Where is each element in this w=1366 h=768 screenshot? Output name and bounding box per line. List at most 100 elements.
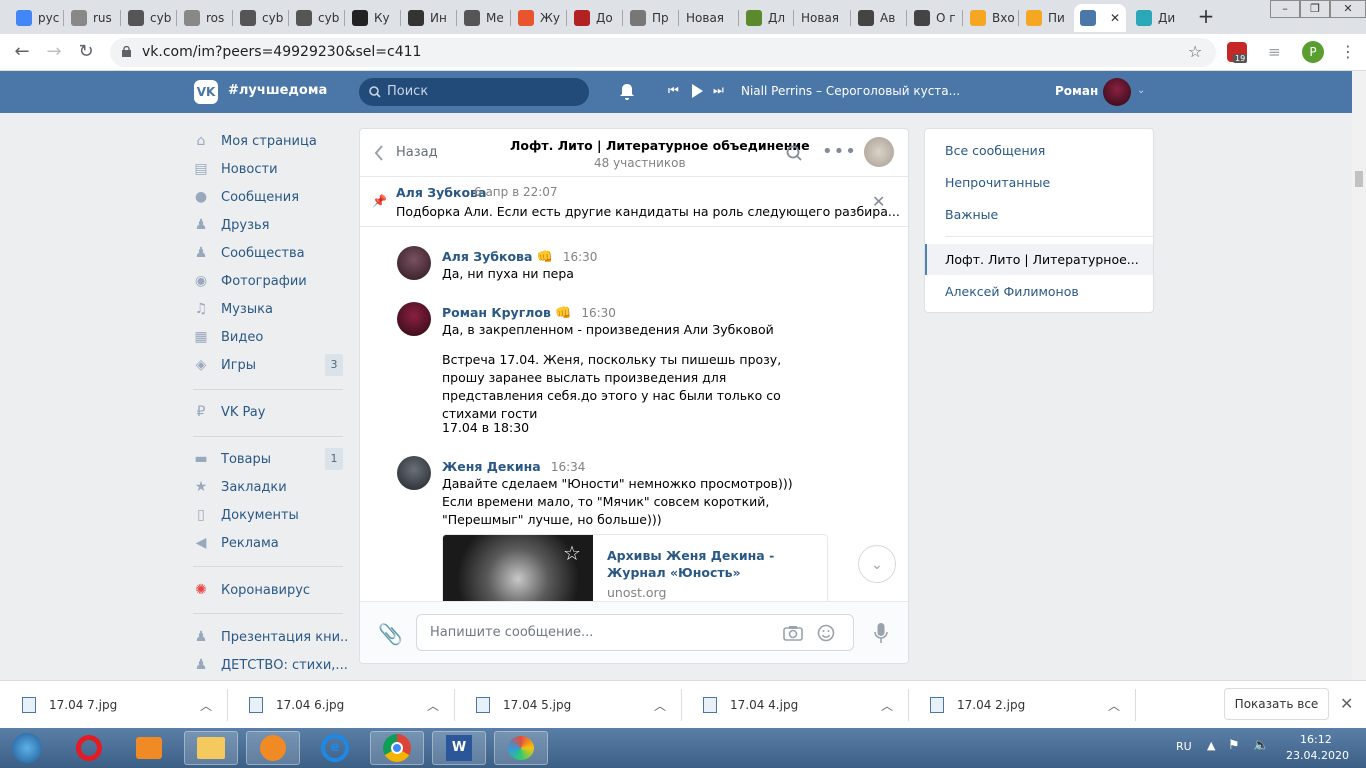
- browser-tab[interactable]: До: [568, 4, 620, 32]
- browser-tab[interactable]: Пр: [624, 4, 676, 32]
- bell-icon[interactable]: [619, 83, 635, 101]
- paint-icon[interactable]: [494, 731, 548, 765]
- microphone-icon[interactable]: [874, 622, 888, 644]
- menu-item[interactable]: ⌂ Моя страница: [193, 133, 317, 149]
- menu-item[interactable]: ♟ Презентация кни..: [193, 629, 349, 645]
- menu-item[interactable]: ₽ VK Pay: [193, 404, 266, 420]
- link-title[interactable]: Архивы Женя Декина - Журнал «Юность»: [607, 547, 817, 581]
- search-icon[interactable]: [786, 145, 802, 161]
- explorer-icon[interactable]: [184, 731, 238, 765]
- forward-arrow-icon[interactable]: →: [42, 40, 66, 64]
- conversation-item[interactable]: Алексей Филимонов: [945, 284, 1079, 299]
- filter-unread[interactable]: Непрочитанные: [945, 175, 1050, 190]
- pinned-message[interactable]: 📌 Аля Зубкова 6 апр в 22:07 Подборка Али…: [360, 177, 908, 227]
- media-player-icon[interactable]: [122, 731, 176, 765]
- browser-tab[interactable]: ✕: [1074, 4, 1126, 32]
- filter-all-messages[interactable]: Все сообщения: [945, 143, 1045, 158]
- prev-track-icon[interactable]: ⏮: [668, 83, 679, 98]
- opera-icon[interactable]: [62, 731, 116, 765]
- more-dots-icon[interactable]: •••: [822, 141, 857, 162]
- browser-tab[interactable]: Пи: [1020, 4, 1070, 32]
- browser-tab[interactable]: Новая: [795, 4, 848, 32]
- avatar[interactable]: [397, 246, 431, 280]
- browser-tab[interactable]: Ав: [852, 4, 904, 32]
- close-tab-icon[interactable]: ✕: [1110, 11, 1120, 25]
- menu-item[interactable]: ◉ Фотографии: [193, 273, 307, 289]
- menu-item[interactable]: ▯ Документы: [193, 507, 299, 523]
- chevron-up-icon[interactable]: ︿: [654, 697, 666, 714]
- bookmark-star-icon[interactable]: ☆: [1188, 42, 1202, 61]
- volume-icon[interactable]: 🔈: [1253, 738, 1269, 753]
- menu-item[interactable]: ● Сообщения: [193, 189, 299, 205]
- menu-item[interactable]: ◀ Реклама: [193, 535, 279, 551]
- browser-tab[interactable]: Ди: [1130, 4, 1181, 32]
- browser-tab[interactable]: Дл: [740, 4, 791, 32]
- chevron-up-icon[interactable]: ︿: [427, 697, 439, 714]
- download-item[interactable]: 17.04 6.jpg ︿: [227, 681, 453, 729]
- menu-item[interactable]: ✺ Коронавирус: [193, 582, 310, 598]
- menu-item[interactable]: ★ Закладки: [193, 479, 287, 495]
- chat-members-count[interactable]: 48 участников: [594, 156, 686, 170]
- browser-tab[interactable]: О г: [908, 4, 960, 32]
- play-icon[interactable]: [691, 84, 703, 98]
- back-link[interactable]: Назад: [396, 145, 438, 160]
- clock-date[interactable]: 23.04.2020: [1286, 749, 1349, 762]
- back-arrow-icon[interactable]: ←: [10, 40, 34, 64]
- internet-explorer-icon[interactable]: e: [308, 731, 362, 765]
- brand-hashtag[interactable]: #лучшедома: [228, 83, 327, 98]
- filter-important[interactable]: Важные: [945, 207, 998, 222]
- download-item[interactable]: 17.04 7.jpg ︿: [0, 681, 226, 729]
- camera-icon[interactable]: [783, 625, 803, 641]
- header-avatar[interactable]: [1103, 78, 1131, 106]
- avatar[interactable]: [397, 456, 431, 490]
- menu-item[interactable]: ▤ Новости: [193, 161, 277, 177]
- browser-tab[interactable]: cyb: [122, 4, 174, 32]
- chevron-up-icon[interactable]: ︿: [200, 697, 212, 714]
- browser-tab[interactable]: Ин: [402, 4, 454, 32]
- browser-tab[interactable]: rus: [65, 4, 118, 32]
- chat-avatar[interactable]: [864, 137, 894, 167]
- menu-item[interactable]: ♟ ДЕТСТВО: стихи,...: [193, 657, 348, 673]
- page-scrollbar[interactable]: [1352, 71, 1366, 680]
- extension-abp-icon[interactable]: 19: [1227, 42, 1248, 63]
- header-user-name[interactable]: Роман: [1055, 84, 1098, 98]
- chat-title[interactable]: Лофт. Лито | Литературное объединение: [510, 138, 810, 153]
- menu-item[interactable]: ♟ Сообщества: [193, 245, 305, 261]
- message-time[interactable]: 16:30: [563, 250, 598, 264]
- message-input[interactable]: Напишите сообщение...: [416, 614, 854, 651]
- maximize-button[interactable]: ❐: [1300, 0, 1330, 18]
- message-author[interactable]: Аля Зубкова: [442, 249, 532, 264]
- conversation-item-active[interactable]: Лофт. Лито | Литературное...: [925, 244, 1153, 275]
- reading-list-icon[interactable]: ≡: [1268, 43, 1281, 61]
- back-chevron-icon[interactable]: [374, 145, 384, 161]
- minimize-button[interactable]: –: [1270, 0, 1300, 18]
- close-icon[interactable]: ✕: [872, 192, 885, 211]
- show-hidden-icons-icon[interactable]: ▲: [1207, 739, 1215, 752]
- chevron-down-icon[interactable]: ⌄: [1137, 85, 1145, 96]
- next-track-icon[interactable]: ⏭: [713, 83, 724, 98]
- smile-icon[interactable]: [817, 624, 835, 642]
- message-time[interactable]: 16:34: [551, 460, 586, 474]
- language-indicator[interactable]: RU: [1176, 740, 1192, 753]
- start-button[interactable]: [4, 731, 50, 765]
- message-author[interactable]: Женя Декина: [442, 459, 541, 474]
- browser-tab[interactable]: cyb: [234, 4, 286, 32]
- pinned-author[interactable]: Аля Зубкова: [396, 185, 486, 200]
- browser-tab[interactable]: Жу: [512, 4, 564, 32]
- browser-tab[interactable]: Ку: [346, 4, 398, 32]
- bookmark-star-icon[interactable]: ☆: [563, 541, 581, 565]
- avatar[interactable]: [397, 302, 431, 336]
- menu-item[interactable]: ♟ Друзья: [193, 217, 270, 233]
- profile-avatar[interactable]: P: [1302, 41, 1324, 63]
- chrome-icon[interactable]: [370, 731, 424, 765]
- vk-logo-icon[interactable]: VK: [194, 80, 218, 104]
- clock-time[interactable]: 16:12: [1300, 733, 1332, 746]
- close-window-button[interactable]: ✕: [1330, 0, 1366, 18]
- download-item[interactable]: 17.04 5.jpg ︿: [454, 681, 680, 729]
- menu-item[interactable]: ♫ Музыка: [193, 301, 273, 317]
- browser-tab[interactable]: Ме: [458, 4, 508, 32]
- word-icon[interactable]: W: [432, 731, 486, 765]
- browser-tab[interactable]: Новая: [680, 4, 736, 32]
- attach-icon[interactable]: 📎: [378, 622, 403, 646]
- search-input[interactable]: Поиск: [359, 78, 589, 106]
